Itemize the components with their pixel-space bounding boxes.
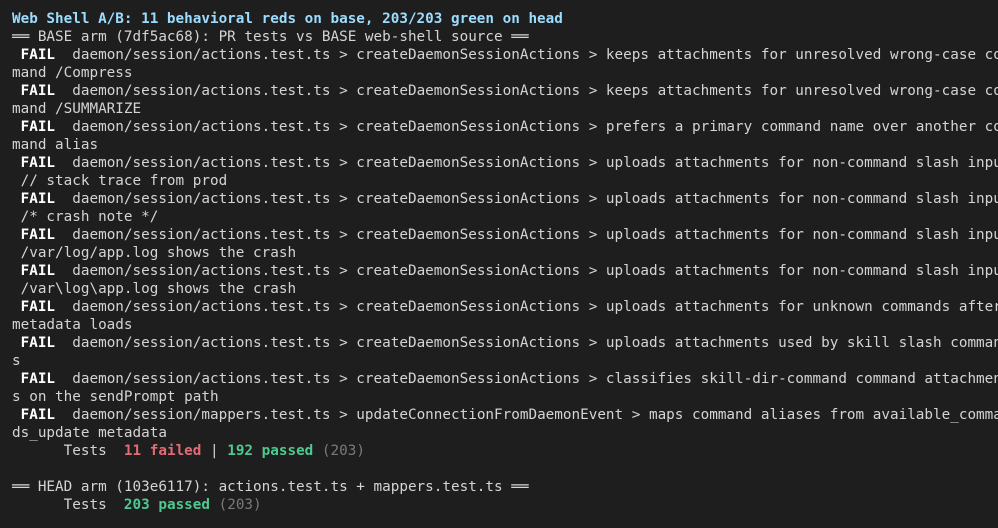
- fail-tag: FAIL: [20, 263, 56, 279]
- head-passed-count: 203 passed: [123, 497, 210, 513]
- fail-tag: FAIL: [20, 227, 56, 243]
- failure-test-path: daemon/session/mappers.test.ts > updateC…: [72, 407, 998, 423]
- failure-line: FAIL daemon/session/actions.test.ts > cr…: [12, 226, 998, 244]
- fail-tag: FAIL: [20, 407, 56, 423]
- failure-line-continuation: mand /Compress: [12, 65, 133, 81]
- base-failed-count: 11 failed: [123, 443, 202, 459]
- head-summary: Tests 203 passed (203): [12, 496, 986, 514]
- failure-line: FAIL daemon/session/actions.test.ts > cr…: [12, 190, 998, 208]
- base-summary: Tests 11 failed | 192 passed (203): [12, 442, 986, 460]
- failure-line-continuation: /* crash note */: [12, 209, 159, 225]
- failure-line: FAIL daemon/session/actions.test.ts > cr…: [12, 118, 998, 136]
- output-title: Web Shell A/B: 11 behavioral reds on bas…: [12, 11, 563, 27]
- fail-tag: FAIL: [20, 155, 56, 171]
- failure-line: FAIL daemon/session/actions.test.ts > cr…: [12, 370, 998, 388]
- failure-line-continuation: ds_update metadata: [12, 425, 167, 441]
- failure-line-continuation: // stack trace from prod: [12, 173, 228, 189]
- failure-test-path: daemon/session/actions.test.ts > createD…: [72, 83, 998, 99]
- failure-line: FAIL daemon/session/actions.test.ts > cr…: [12, 82, 998, 100]
- fail-tag: FAIL: [20, 335, 56, 351]
- failure-test-path: daemon/session/actions.test.ts > createD…: [72, 119, 998, 135]
- failure-test-path: daemon/session/actions.test.ts > createD…: [72, 299, 998, 315]
- fail-tag: FAIL: [20, 299, 56, 315]
- fail-tag: FAIL: [20, 119, 56, 135]
- fail-tag: FAIL: [20, 371, 56, 387]
- head-total-count: (203): [218, 497, 262, 513]
- fail-tag: FAIL: [20, 47, 56, 63]
- base-passed-count: 192 passed: [227, 443, 314, 459]
- failure-line: FAIL daemon/session/actions.test.ts > cr…: [12, 154, 998, 172]
- failure-test-path: daemon/session/actions.test.ts > createD…: [72, 191, 998, 207]
- failure-line-continuation: /var/log/app.log shows the crash: [12, 245, 297, 261]
- failure-line: FAIL daemon/session/mappers.test.ts > up…: [12, 406, 998, 424]
- failure-line-continuation: metadata loads: [12, 317, 133, 333]
- fail-tag: FAIL: [20, 83, 56, 99]
- failure-line-continuation: s on the sendPrompt path: [12, 389, 219, 405]
- failure-test-path: daemon/session/actions.test.ts > createD…: [72, 263, 998, 279]
- failure-line: FAIL daemon/session/actions.test.ts > cr…: [12, 46, 998, 64]
- failure-test-path: daemon/session/actions.test.ts > createD…: [72, 155, 998, 171]
- head-arm-header: ══ HEAD arm (103e6117): actions.test.ts …: [12, 479, 529, 495]
- base-total-count: (203): [321, 443, 365, 459]
- failure-list: FAIL daemon/session/actions.test.ts > cr…: [12, 46, 998, 442]
- base-arm-header: ══ BASE arm (7df5ac68): PR tests vs BASE…: [12, 29, 529, 45]
- base-tests-label: Tests: [63, 443, 107, 459]
- head-tests-label: Tests: [63, 497, 107, 513]
- failure-line: FAIL daemon/session/actions.test.ts > cr…: [12, 334, 998, 352]
- failure-test-path: daemon/session/actions.test.ts > createD…: [72, 335, 998, 351]
- fail-tag: FAIL: [20, 191, 56, 207]
- failure-line: FAIL daemon/session/actions.test.ts > cr…: [12, 298, 998, 316]
- failure-test-path: daemon/session/actions.test.ts > createD…: [72, 371, 998, 387]
- failure-line-continuation: mand alias: [12, 137, 99, 153]
- base-summary-separator: |: [210, 443, 219, 459]
- failure-test-path: daemon/session/actions.test.ts > createD…: [72, 227, 998, 243]
- failure-line-continuation: /var\log\app.log shows the crash: [12, 281, 297, 297]
- failure-line-continuation: mand /SUMMARIZE: [12, 101, 142, 117]
- failure-line-continuation: s: [12, 353, 21, 369]
- terminal-output: Web Shell A/B: 11 behavioral reds on bas…: [0, 0, 998, 528]
- failure-test-path: daemon/session/actions.test.ts > createD…: [72, 47, 998, 63]
- failure-line: FAIL daemon/session/actions.test.ts > cr…: [12, 262, 998, 280]
